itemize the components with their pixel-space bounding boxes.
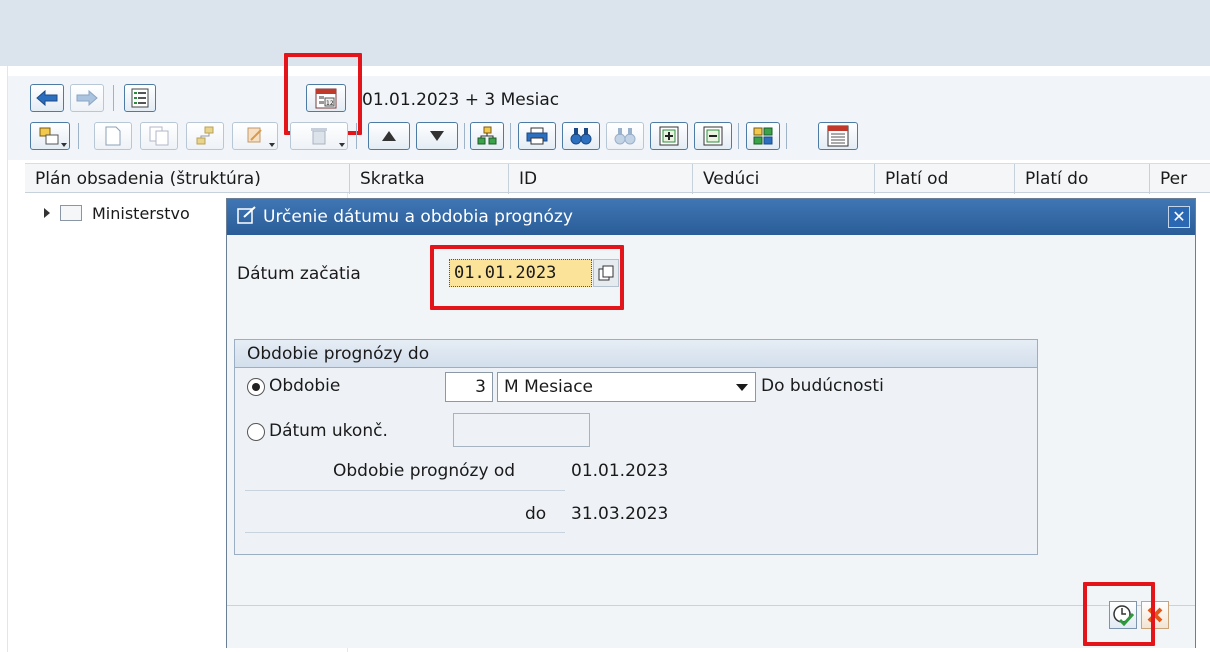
move-down-button[interactable] bbox=[416, 122, 458, 150]
period-option-label: Obdobie bbox=[269, 376, 341, 396]
title-band bbox=[0, 0, 1210, 66]
column-header-per[interactable]: Per bbox=[1150, 164, 1210, 194]
expand-icon bbox=[659, 126, 679, 146]
expand-button[interactable] bbox=[650, 122, 688, 150]
triangle-down-icon bbox=[430, 131, 444, 141]
toolbar-separator bbox=[510, 123, 511, 149]
arrow-right-icon bbox=[76, 90, 98, 106]
delete-button[interactable] bbox=[290, 122, 348, 150]
forecast-to-label: do bbox=[525, 504, 547, 524]
forecast-from-label: Obdobie prognózy od bbox=[333, 461, 516, 481]
expand-arrow-icon[interactable] bbox=[44, 208, 50, 218]
triangle-up-icon bbox=[382, 131, 396, 141]
copy-icon bbox=[149, 126, 169, 146]
divider-line bbox=[245, 490, 565, 491]
columns-config-button[interactable] bbox=[818, 122, 858, 150]
dialog-footer bbox=[227, 605, 1195, 648]
edit-doc-icon bbox=[247, 127, 262, 143]
end-date-radio[interactable] bbox=[247, 423, 265, 441]
chevron-down-icon[interactable] bbox=[736, 384, 748, 391]
org-structure-button[interactable] bbox=[470, 122, 504, 150]
period-unit-select[interactable]: M Mesiace bbox=[497, 372, 756, 402]
group-title: Obdobie prognózy do bbox=[235, 340, 1037, 368]
move-button[interactable] bbox=[186, 122, 224, 150]
binoculars-icon bbox=[570, 128, 592, 145]
period-suffix-label: Do budúcnosti bbox=[761, 376, 884, 396]
overview-button[interactable] bbox=[124, 84, 156, 112]
period-unit-value: M Mesiace bbox=[504, 377, 594, 397]
column-header-row: Plán obsadenia (štruktúra) Skratka ID Ve… bbox=[25, 163, 1210, 194]
delimit-button[interactable] bbox=[232, 122, 278, 150]
forecast-from-value: 01.01.2023 bbox=[571, 461, 669, 481]
dialog-window-icon bbox=[237, 205, 257, 229]
find-next-button[interactable] bbox=[606, 122, 644, 150]
copy-structure-button[interactable] bbox=[30, 122, 70, 150]
tree-row-label: Ministerstvo bbox=[92, 203, 190, 223]
binoculars-next-icon bbox=[614, 128, 636, 145]
column-header-id[interactable]: ID bbox=[509, 164, 693, 194]
org-unit-icon bbox=[60, 205, 82, 221]
list-icon bbox=[131, 88, 149, 108]
find-button[interactable] bbox=[562, 122, 600, 150]
toolbar-separator bbox=[113, 85, 114, 111]
end-date-option-label: Dátum ukonč. bbox=[269, 421, 388, 441]
start-date-label: Dátum začatia bbox=[237, 264, 361, 284]
highlight-confirm-button bbox=[1083, 582, 1155, 646]
forecast-info-text: 01.01.2023 + 3 Mesiac bbox=[362, 90, 560, 110]
collapse-button[interactable] bbox=[694, 122, 732, 150]
grid-icon bbox=[753, 127, 773, 145]
layout-button[interactable] bbox=[746, 122, 780, 150]
highlight-start-date bbox=[430, 245, 624, 310]
toolbar-separator bbox=[78, 123, 79, 149]
move-up-button[interactable] bbox=[368, 122, 410, 150]
divider-line bbox=[245, 532, 565, 533]
toolbar-separator bbox=[356, 123, 357, 149]
trash-icon bbox=[311, 128, 327, 145]
table-settings-icon bbox=[827, 125, 849, 147]
column-header-structure[interactable]: Plán obsadenia (štruktúra) bbox=[25, 164, 350, 194]
new-document-icon bbox=[105, 126, 121, 146]
toolbar-separator bbox=[786, 123, 787, 149]
toolbar-separator bbox=[738, 123, 739, 149]
forecast-dialog: Určenie dátumu a obdobia prognózy ✕ Dátu… bbox=[226, 198, 1196, 648]
column-header-manager[interactable]: Vedúci bbox=[693, 164, 875, 194]
tree-row[interactable]: Ministerstvo bbox=[28, 201, 190, 225]
structure-icon bbox=[39, 127, 59, 145]
hierarchy-icon bbox=[196, 126, 214, 145]
create-button[interactable] bbox=[94, 122, 132, 150]
back-button[interactable] bbox=[30, 84, 64, 112]
collapse-icon bbox=[703, 126, 723, 146]
arrow-left-icon bbox=[36, 90, 58, 106]
dialog-title-bar: Určenie dátumu a obdobia prognózy ✕ bbox=[227, 199, 1195, 235]
org-chart-icon bbox=[477, 126, 497, 145]
print-button[interactable] bbox=[518, 122, 556, 150]
forecast-to-value: 31.03.2023 bbox=[571, 504, 669, 524]
column-header-abbrev[interactable]: Skratka bbox=[350, 164, 509, 194]
column-header-valid-from[interactable]: Platí od bbox=[875, 164, 1015, 194]
left-gutter bbox=[0, 66, 8, 652]
period-radio[interactable] bbox=[247, 378, 265, 396]
period-number-field[interactable]: 3 bbox=[445, 372, 493, 402]
forward-button[interactable] bbox=[70, 84, 104, 112]
dialog-title: Určenie dátumu a obdobia prognózy bbox=[263, 207, 573, 227]
toolbar-separator bbox=[464, 123, 465, 149]
column-header-valid-to[interactable]: Platí do bbox=[1015, 164, 1150, 194]
close-icon[interactable]: ✕ bbox=[1168, 206, 1190, 228]
copy-button[interactable] bbox=[140, 122, 178, 150]
printer-icon bbox=[526, 127, 548, 145]
end-date-field[interactable] bbox=[453, 413, 590, 447]
